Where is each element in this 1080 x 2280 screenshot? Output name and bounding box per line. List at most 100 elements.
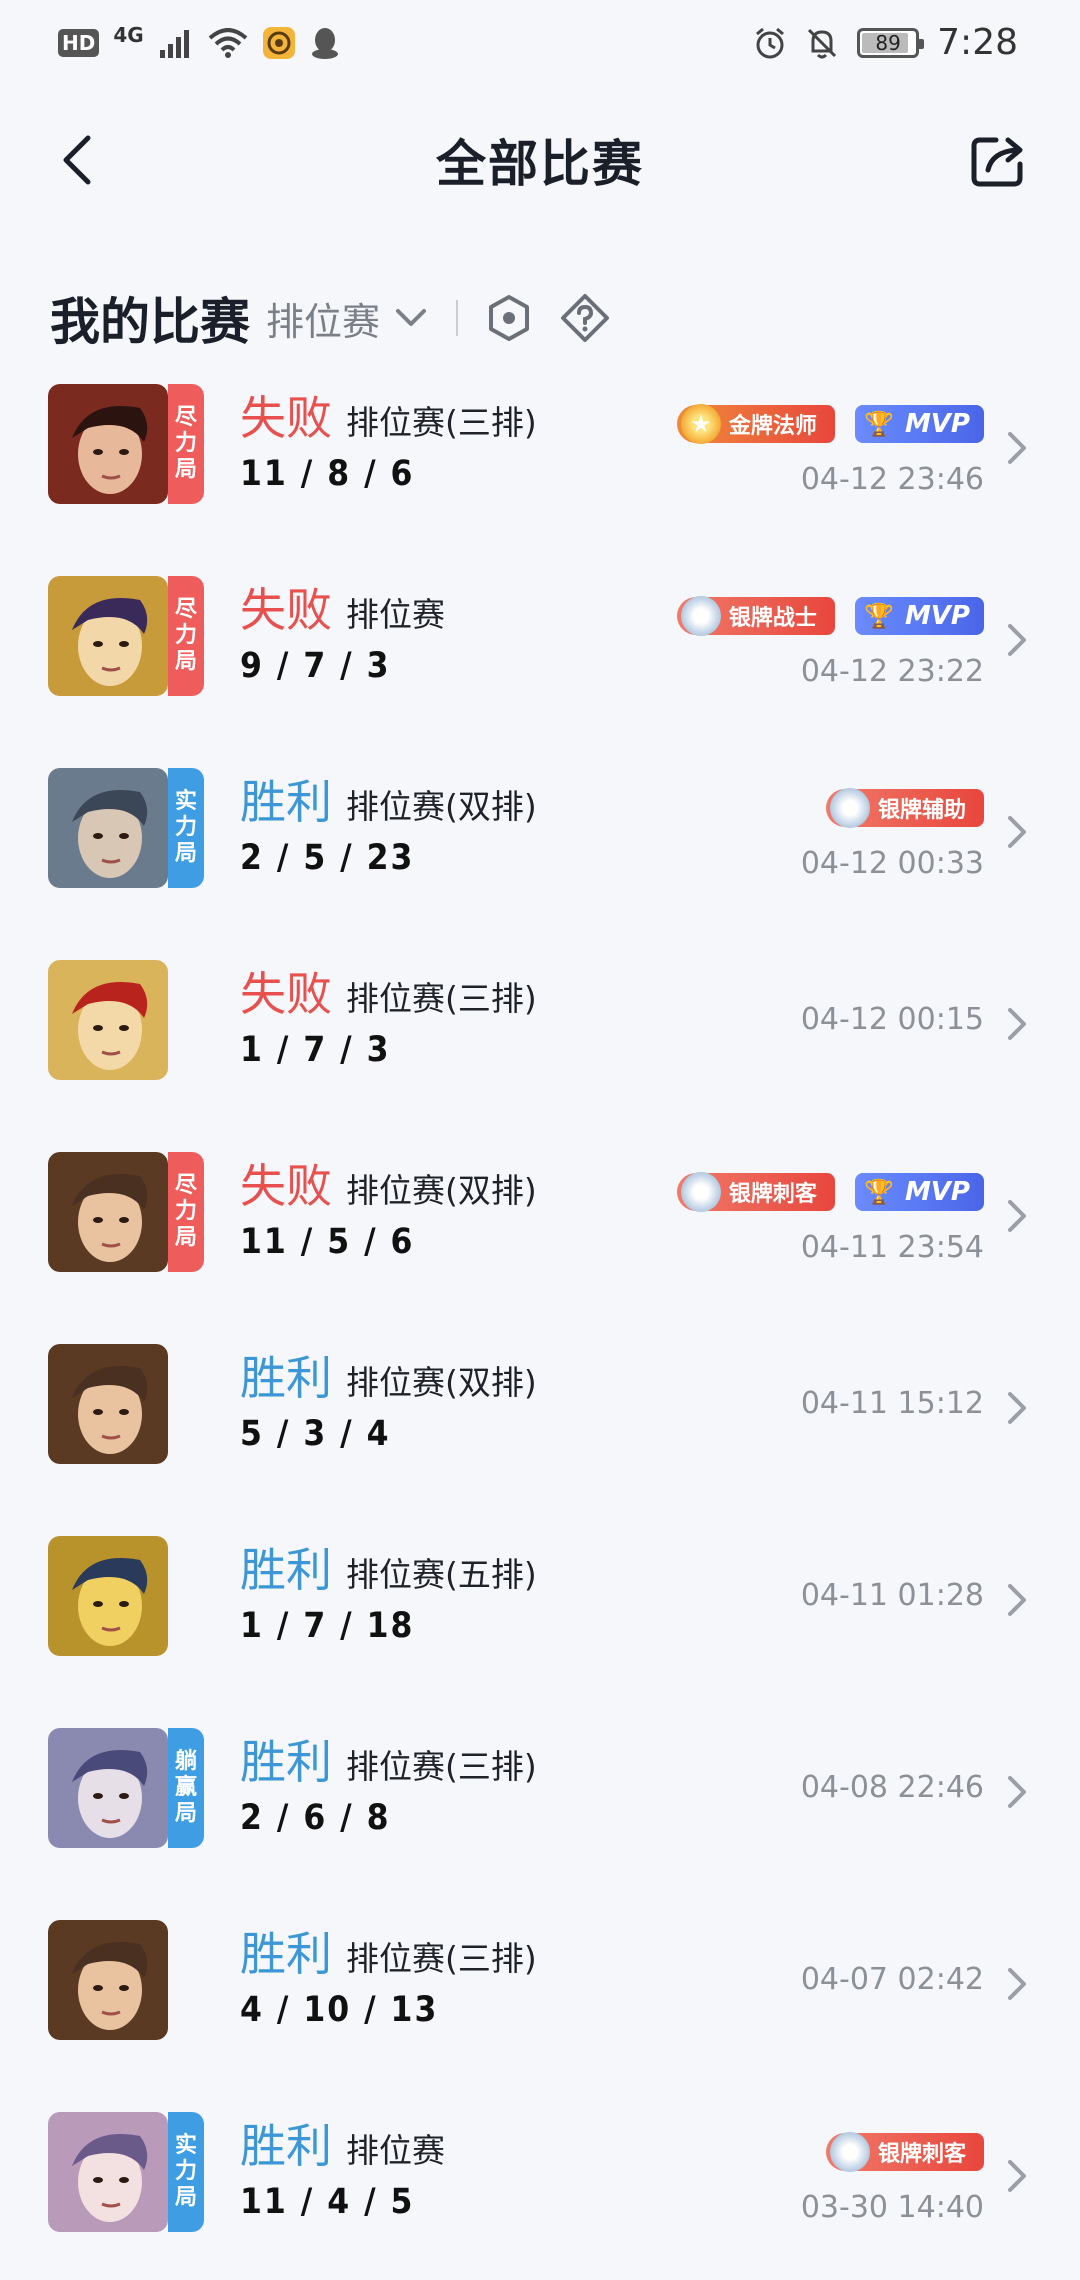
filter-row: 我的比赛 排位赛 — [50, 278, 610, 358]
match-time: 04-12 00:33 — [800, 846, 984, 881]
match-time: 04-12 23:22 — [800, 654, 984, 689]
hero-avatar — [48, 576, 168, 696]
match-rating-tag: 实力局 — [168, 2112, 204, 2232]
match-list: 尽力局失败 排位赛(三排) 11 / 8 / 6 ★ 金牌法师 🏆 MVP 04-12 23:… — [0, 382, 1080, 2280]
match-kda: 1 / 7 / 3 — [240, 1030, 391, 1070]
match-mode: 排位赛 — [346, 595, 445, 634]
hero-portrait-icon — [48, 1536, 168, 1656]
hero-portrait-icon — [48, 1344, 168, 1464]
match-row[interactable]: 胜利 排位赛(五排) 1 / 7 / 18 04-11 01:28 — [0, 1534, 1080, 1726]
match-rating-tag: 实力局 — [168, 768, 204, 888]
battery-level-text: 89 — [875, 30, 901, 55]
share-icon — [971, 137, 1023, 187]
match-time: 03-30 14:40 — [800, 2190, 984, 2225]
medal-badge: ★ 银牌辅助 — [825, 788, 984, 828]
filter-divider — [456, 300, 459, 336]
match-row[interactable]: 失败 排位赛(三排) 1 / 7 / 3 04-12 00:15 — [0, 958, 1080, 1150]
match-mode: 排位赛(三排) — [346, 979, 537, 1018]
tag-char: 力 — [174, 623, 197, 648]
mute-bell-icon — [808, 28, 837, 58]
medal-badge: ★ 银牌刺客 — [825, 2132, 984, 2172]
trophy-icon: 🏆 — [863, 410, 894, 438]
tag-char: 力 — [174, 431, 197, 456]
match-mode: 排位赛(三排) — [346, 1939, 537, 1978]
match-rating-tag: 躺赢局 — [168, 1728, 204, 1848]
status-left: HD 4G — [58, 23, 340, 60]
chevron-right-icon — [1008, 1200, 1026, 1232]
badge-label: MVP — [904, 1177, 970, 1207]
match-result: 失败 — [240, 583, 332, 637]
mvp-badge: 🏆 MVP — [854, 405, 984, 443]
match-rating-tag: 尽力局 — [168, 576, 204, 696]
match-kda: 11 / 8 / 6 — [240, 454, 415, 494]
match-kda: 2 / 5 / 23 — [240, 838, 415, 878]
tag-char: 局 — [174, 1225, 197, 1250]
hero-avatar — [48, 384, 168, 504]
match-row[interactable]: 胜利 排位赛(三排) 4 / 10 / 13 04-07 02:42 — [0, 1918, 1080, 2110]
match-mode: 排位赛(五排) — [346, 1555, 537, 1594]
match-kda: 9 / 7 / 3 — [240, 646, 391, 686]
hd-icon: HD — [58, 29, 100, 57]
match-row[interactable]: 躺赢局胜利 排位赛(三排) 2 / 6 / 8 04-08 22:46 — [0, 1726, 1080, 1918]
match-row[interactable]: 尽力局失败 排位赛 9 / 7 / 3 ★ 银牌战士 🏆 MVP 04-12 23:22 — [0, 574, 1080, 766]
badge-label: 银牌辅助 — [877, 798, 966, 823]
tag-char: 尽 — [174, 597, 197, 622]
star-medal-icon: ★ — [680, 1172, 721, 1212]
tag-char: 局 — [174, 841, 197, 866]
page-title: 全部比赛 — [436, 135, 644, 193]
match-row[interactable]: 实力局胜利 排位赛(双排) 2 / 5 / 23 ★ 银牌辅助 04-12 00:33 — [0, 766, 1080, 958]
chevron-right-icon — [1008, 1968, 1026, 2000]
chevron-right-icon — [1008, 1584, 1026, 1616]
tag-char: 局 — [174, 1801, 197, 1826]
qq-icon — [311, 28, 338, 59]
share-button[interactable] — [966, 128, 1030, 192]
match-mode: 排位赛(双排) — [346, 1171, 537, 1210]
hero-avatar — [48, 960, 168, 1080]
match-result: 胜利 — [240, 1927, 332, 1981]
achievement-badges: ★ 银牌战士 🏆 MVP — [676, 596, 984, 636]
hexagon-settings-icon[interactable] — [484, 293, 534, 343]
chevron-right-icon — [1008, 1392, 1026, 1424]
match-kda: 11 / 4 / 5 — [240, 2182, 415, 2222]
tag-char: 力 — [174, 815, 197, 840]
match-mode: 排位赛(双排) — [346, 1363, 537, 1402]
help-icon[interactable] — [560, 293, 610, 343]
tag-char: 赢 — [174, 1775, 197, 1800]
match-row[interactable]: 实力局胜利 排位赛 11 / 4 / 5 ★ 银牌刺客 03-30 14:40 — [0, 2110, 1080, 2280]
match-result: 失败 — [240, 967, 332, 1021]
hero-portrait-icon — [48, 2112, 168, 2232]
chevron-right-icon — [1008, 432, 1026, 464]
tag-char: 力 — [174, 2159, 197, 2184]
hero-avatar — [48, 1344, 168, 1464]
star-medal-icon: ★ — [829, 788, 870, 828]
wifi-icon — [208, 28, 248, 58]
match-row[interactable]: 尽力局失败 排位赛(双排) 11 / 5 / 6 ★ 银牌刺客 🏆 MVP 04-11 23:… — [0, 1150, 1080, 1342]
network-type: 4G — [113, 23, 144, 47]
match-result: 失败 — [240, 391, 332, 445]
mvp-badge: 🏆 MVP — [854, 1173, 984, 1211]
trophy-icon: 🏆 — [863, 1178, 894, 1206]
match-row[interactable]: 尽力局失败 排位赛(三排) 11 / 8 / 6 ★ 金牌法师 🏆 MVP 04-12 23:… — [0, 382, 1080, 574]
game-app-icon — [262, 27, 295, 59]
match-time: 04-11 23:54 — [800, 1230, 984, 1265]
hero-avatar — [48, 1536, 168, 1656]
mode-filter-dropdown[interactable]: 排位赛 — [266, 291, 428, 346]
chevron-right-icon — [1008, 816, 1026, 848]
match-result: 胜利 — [240, 1735, 332, 1789]
match-row[interactable]: 胜利 排位赛(双排) 5 / 3 / 4 04-11 15:12 — [0, 1342, 1080, 1534]
mode-filter-label: 排位赛 — [266, 299, 381, 344]
match-time: 04-11 01:28 — [800, 1578, 984, 1613]
achievement-badges: ★ 银牌辅助 — [825, 788, 984, 828]
chevron-down-icon — [396, 309, 427, 326]
match-mode: 排位赛 — [346, 2131, 445, 2170]
match-kda: 4 / 10 / 13 — [240, 1990, 439, 2030]
badge-label: 银牌刺客 — [877, 2142, 966, 2167]
match-time: 04-08 22:46 — [800, 1770, 984, 1805]
hero-portrait-icon — [48, 768, 168, 888]
hero-portrait-icon — [48, 1152, 168, 1272]
star-medal-icon: ★ — [829, 2132, 870, 2172]
alarm-icon — [756, 27, 785, 58]
match-mode: 排位赛(三排) — [346, 403, 537, 442]
battery-indicator: 89 — [857, 27, 925, 58]
chevron-right-icon — [1008, 1008, 1026, 1040]
